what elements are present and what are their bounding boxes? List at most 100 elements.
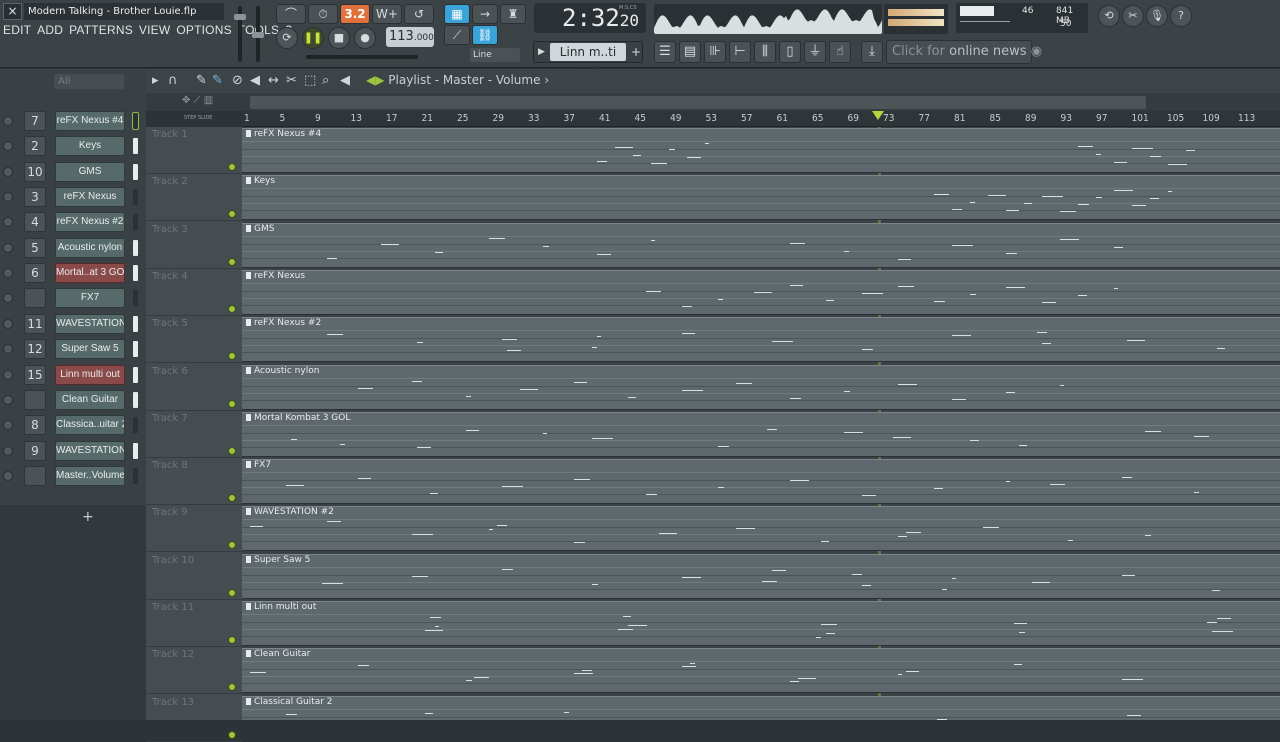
channel-mute-led[interactable] (3, 116, 13, 126)
automation-clip[interactable]: Super Saw 5 (242, 554, 1280, 599)
channel-name-button[interactable]: Keys (55, 136, 125, 156)
channel-name-button[interactable]: FX7 (55, 288, 125, 308)
channel-name-button[interactable]: Linn multi out (55, 365, 125, 385)
loop-record-icon[interactable]: ↺ (404, 4, 434, 24)
channel-mixer-track[interactable]: 2 (24, 136, 46, 156)
playlist-window-icon[interactable]: ☰ (654, 41, 676, 63)
channel-mute-led[interactable] (3, 217, 13, 227)
master-volume-knob[interactable] (234, 14, 246, 20)
track-header[interactable]: Track 5 (146, 316, 242, 363)
channel-select-indicator[interactable] (133, 164, 138, 180)
channel-mixer-track[interactable]: 7 (24, 111, 46, 131)
track-enable-led[interactable] (228, 163, 236, 171)
stop-button[interactable]: ■ (328, 27, 350, 49)
delete-icon[interactable]: ⊘ (232, 73, 243, 88)
channel-select-indicator[interactable] (133, 265, 138, 281)
download-icon[interactable]: ⤓ (861, 41, 883, 63)
pattern-pitch-slider[interactable] (306, 55, 418, 59)
add-pattern-icon[interactable]: + (631, 42, 641, 62)
channel-row[interactable]: 15 Linn multi out (0, 363, 146, 388)
channel-name-button[interactable]: Mortal..at 3 GOL (55, 263, 125, 283)
pattern-selector[interactable]: ▶ Linn m..ti out + (533, 41, 643, 63)
track-lane[interactable]: Acoustic nylon (242, 364, 1280, 411)
speaker-icon[interactable]: ◀ (340, 73, 350, 88)
track-enable-led[interactable] (228, 589, 236, 597)
arrow-right-icon[interactable]: ▸ (152, 73, 159, 88)
channel-row[interactable]: 3reFX Nexus (0, 185, 146, 210)
slice-icon[interactable]: ✂ (286, 73, 297, 88)
channel-mixer-track[interactable]: 12 (24, 339, 46, 359)
channel-mixer-track[interactable] (24, 466, 46, 486)
channel-row[interactable]: 9WAVESTATION (0, 439, 146, 464)
magnet-icon[interactable]: ∩ (168, 73, 178, 88)
channel-mute-led[interactable] (3, 344, 13, 354)
channel-name-button[interactable]: WAVESTATION (55, 441, 125, 461)
automation-clip[interactable]: FX7 (242, 459, 1280, 504)
track-header[interactable]: Track 9 (146, 505, 242, 552)
channel-row[interactable]: 2 Keys (0, 134, 146, 159)
track-lane[interactable]: Classical Guitar 2 (242, 695, 1280, 720)
menu-item[interactable]: ADD (34, 22, 66, 38)
channel-select-indicator[interactable] (133, 341, 138, 357)
channel-name-button[interactable]: Master..Volume (55, 466, 125, 486)
channel-select-indicator[interactable] (133, 367, 138, 383)
channel-select-indicator[interactable] (133, 113, 138, 129)
channel-row[interactable]: Clean Guitar (0, 388, 146, 413)
channel-mute-led[interactable] (3, 370, 13, 380)
track-header[interactable]: Track 3 (146, 222, 242, 269)
automation-clip[interactable]: Linn multi out (242, 601, 1280, 646)
project-file-icon[interactable]: ▯ (779, 41, 801, 63)
channel-name-button[interactable]: GMS (55, 162, 125, 182)
channel-name-button[interactable]: WAVESTATION #2 (55, 314, 125, 334)
track-header[interactable]: Track 1 (146, 127, 242, 174)
channel-mixer-track[interactable]: 5 (24, 238, 46, 258)
master-pitch-knob[interactable] (252, 32, 264, 38)
channel-mixer-track[interactable] (24, 288, 46, 308)
track-enable-led[interactable] (228, 352, 236, 360)
zoom-icon[interactable]: ⌕ (322, 73, 329, 88)
track-header[interactable]: Track 4 (146, 269, 242, 316)
channel-mute-led[interactable] (3, 167, 13, 177)
track-enable-led[interactable] (228, 210, 236, 218)
slip-icon[interactable]: ↔ (268, 73, 279, 88)
menu-item[interactable]: PATTERNS (66, 22, 136, 38)
metronome-icon[interactable]: ⌒ (276, 4, 306, 24)
channel-mixer-track[interactable]: 6 (24, 263, 46, 283)
menu-item[interactable]: EDIT (0, 22, 34, 38)
playhead-marker-icon[interactable] (872, 111, 884, 120)
automation-clip[interactable]: reFX Nexus #2 (242, 317, 1280, 362)
undo-icon[interactable]: ⟲ (1098, 5, 1120, 27)
channel-mute-led[interactable] (3, 141, 13, 151)
channel-mixer-track[interactable] (24, 390, 46, 410)
pause-button[interactable]: ❚❚ (302, 27, 324, 49)
track-lane[interactable]: Keys (242, 174, 1280, 221)
channel-mute-led[interactable] (3, 420, 13, 430)
automation-clip[interactable]: WAVESTATION #2 (242, 506, 1280, 551)
scissors-icon[interactable]: ✂ (1122, 5, 1144, 27)
countdown-icon[interactable]: ⏱ (308, 4, 338, 24)
track-lane[interactable]: reFX Nexus #2 (242, 316, 1280, 363)
channel-select-indicator[interactable] (133, 443, 138, 459)
menu-item[interactable]: VIEW (136, 22, 173, 38)
channel-mixer-track[interactable]: 3 (24, 187, 46, 207)
channel-mixer-track[interactable]: 15 (24, 365, 46, 385)
line-mode-select[interactable]: Line (470, 48, 520, 62)
channel-select-indicator[interactable] (133, 138, 138, 154)
channel-name-button[interactable]: Super Saw 5 (55, 339, 125, 359)
channel-mute-led[interactable] (3, 268, 13, 278)
channel-row[interactable]: 12 Super Saw 5 (0, 337, 146, 362)
move-tool-icon[interactable]: ✥ ⟋ ▥ (182, 95, 213, 106)
channel-row[interactable]: 4reFX Nexus #2 (0, 210, 146, 235)
wand-icon[interactable]: ⟋ (444, 25, 470, 45)
brush-icon[interactable]: ✎ (212, 73, 223, 88)
track-enable-led[interactable] (228, 447, 236, 455)
arrow-right-icon[interactable]: → (472, 4, 498, 24)
automation-clip[interactable]: Clean Guitar (242, 648, 1280, 693)
track-header[interactable]: Track 13 (146, 695, 242, 742)
tempo-display[interactable]: 113.000 (386, 27, 434, 47)
mute-icon[interactable]: ◀ (250, 73, 260, 88)
channel-mixer-track[interactable]: 11 (24, 314, 46, 334)
channel-mute-led[interactable] (3, 446, 13, 456)
automation-clip[interactable]: GMS (242, 223, 1280, 268)
track-lane[interactable]: reFX Nexus #4 (242, 127, 1280, 174)
